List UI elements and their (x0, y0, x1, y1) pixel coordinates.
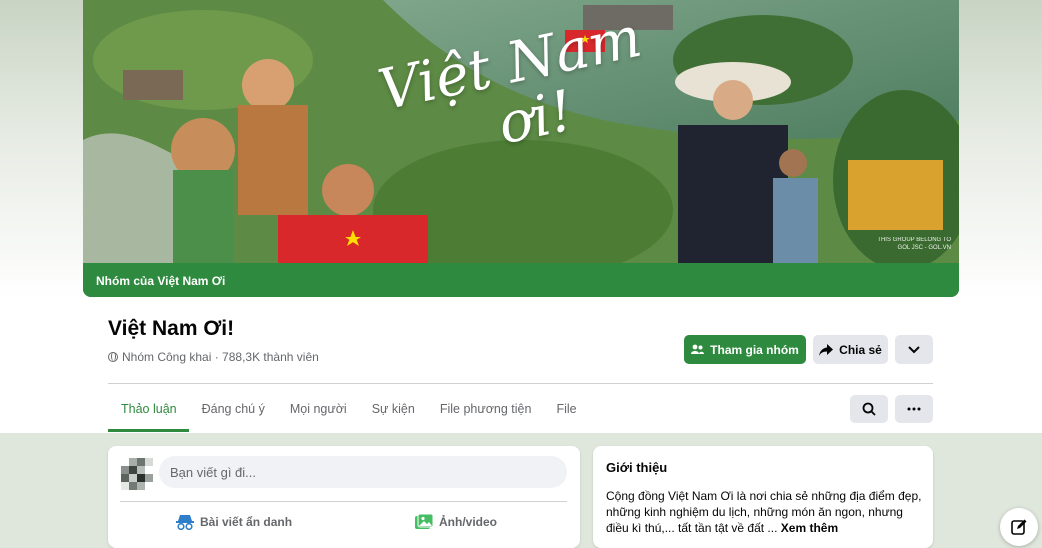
group-header: Việt Nam Ơi! Nhóm Công khai · 788,3K thà… (0, 297, 1042, 433)
photo-video-label: Ảnh/video (439, 515, 498, 529)
more-button[interactable] (895, 395, 933, 423)
see-more-link[interactable]: Xem thêm (781, 521, 838, 535)
tab-media[interactable]: File phương tiện (427, 385, 544, 432)
about-text: Cộng đồng Việt Nam Ơi là nơi chia sẻ nhữ… (606, 488, 924, 536)
incognito-icon (176, 515, 194, 530)
more-dots-icon (907, 407, 921, 411)
composer-divider (120, 501, 567, 502)
tab-featured[interactable]: Đáng chú ý (189, 385, 277, 432)
tab-files[interactable]: File (543, 385, 588, 432)
compose-icon (1011, 519, 1027, 535)
globe-icon (108, 352, 118, 362)
photo-video-button[interactable]: Ảnh/video (415, 514, 497, 530)
about-card: Giới thiệu Cộng đồng Việt Nam Ơi là nơi … (593, 446, 933, 548)
share-label: Chia sẻ (839, 342, 882, 357)
join-group-button[interactable]: Tham gia nhóm (684, 335, 806, 364)
search-button[interactable] (850, 395, 888, 423)
tab-events[interactable]: Sự kiện (359, 385, 427, 432)
group-meta-text: Nhóm Công khai · 788,3K thành viên (122, 350, 319, 364)
post-composer: Bạn viết gì đi... Bài viết ẩn danh Ảnh/v… (108, 446, 580, 548)
group-tabs: Thảo luận Đáng chú ý Mọi người Sự kiện F… (108, 385, 589, 432)
share-button[interactable]: Chia sẻ (813, 335, 888, 364)
group-meta: Nhóm Công khai · 788,3K thành viên (108, 350, 319, 364)
people-icon (691, 344, 705, 354)
anonymous-post-label: Bài viết ẩn danh (200, 515, 293, 529)
cover-credit: THIS GROUP BELONG TO GOL JSC - GOL.VN (877, 237, 951, 251)
avatar[interactable] (121, 458, 153, 490)
cover-group-label[interactable]: Nhóm của Việt Nam Ơi (83, 263, 959, 297)
post-input[interactable]: Bạn viết gì đi... (159, 456, 567, 488)
cover-photo[interactable]: THIS GROUP BELONG TO GOL JSC - GOL.VN Vi… (83, 0, 959, 297)
anonymous-post-button[interactable]: Bài viết ẩn danh (176, 514, 292, 530)
join-group-label: Tham gia nhóm (710, 342, 799, 357)
share-arrow-icon (819, 343, 834, 356)
new-message-button[interactable] (1000, 508, 1038, 546)
chevron-down-icon (908, 345, 920, 353)
tab-people[interactable]: Mọi người (277, 385, 359, 432)
tab-discussion[interactable]: Thảo luận (108, 385, 189, 432)
header-divider (108, 383, 933, 384)
photo-icon (415, 514, 433, 529)
search-icon (862, 402, 876, 416)
about-description: Cộng đồng Việt Nam Ơi là nơi chia sẻ nhữ… (606, 489, 922, 535)
about-title: Giới thiệu (606, 460, 668, 475)
page-title[interactable]: Việt Nam Ơi! (108, 317, 234, 341)
more-options-button[interactable] (895, 335, 933, 364)
